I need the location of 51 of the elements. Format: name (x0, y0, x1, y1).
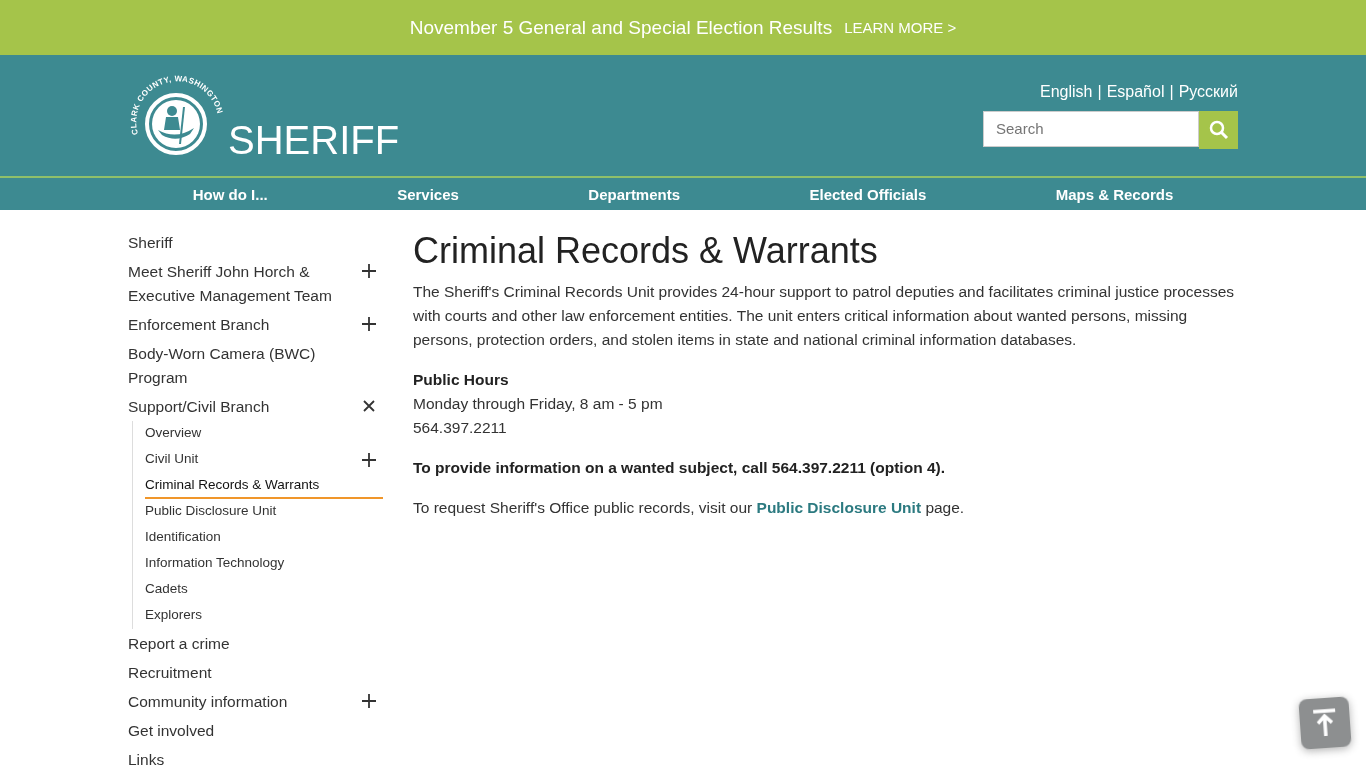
sidebar-subitem[interactable]: Information Technology (145, 554, 285, 572)
plus-icon (361, 262, 377, 279)
separator: | (1169, 82, 1174, 101)
sidebar-subitem[interactable]: Identification (145, 528, 221, 546)
sidebar-subitem[interactable]: Public Disclosure Unit (145, 502, 277, 520)
expand-toggle[interactable] (361, 315, 379, 334)
plus-icon (361, 692, 377, 709)
separator: | (1097, 82, 1102, 101)
sidebar-item[interactable]: Meet Sheriff John Horch & Executive Management Team (128, 259, 353, 308)
sidebar-item[interactable]: Sheriff (128, 230, 353, 255)
sidebar-subitem[interactable]: Explorers (145, 606, 203, 624)
expand-toggle[interactable] (361, 451, 379, 470)
sidebar-subitem[interactable]: Civil Unit (145, 450, 199, 468)
nav-item[interactable]: How do I... (192, 185, 268, 203)
sidebar-item[interactable]: Community information (128, 689, 353, 714)
nav-item[interactable]: Services (397, 185, 459, 203)
wanted-notice: To provide information on a wanted subject, call 564.397.2211 (option 4). (413, 458, 946, 478)
search-icon (1208, 119, 1229, 140)
sidebar-item[interactable]: Links (128, 747, 353, 768)
intro-paragraph: The Sheriff's Criminal Records Unit provides 24-hour support to patrol deputies and facilitates criminal justice processes with courts and other law enforcement entities. The unit enters critical information about wanted persons, missing persons, protection orders, and stolen items in state and national criminal information databases. (413, 282, 1236, 350)
sidebar-subitem[interactable]: Criminal Records & Warrants (145, 476, 320, 494)
sidebar-item[interactable]: Enforcement Branch (128, 312, 353, 337)
hours-heading: Public Hours (413, 370, 510, 390)
expand-toggle[interactable] (361, 692, 379, 711)
public-disclosure-link[interactable]: Public Disclosure Unit (756, 499, 922, 516)
sidebar-subitem[interactable]: Overview (145, 424, 202, 442)
sidebar-subitem[interactable]: Cadets (145, 580, 188, 598)
site-title: SHERIFF (228, 119, 400, 160)
language-link[interactable]: Español (1106, 82, 1165, 101)
hours-line: Monday through Friday, 8 am - 5 pm (413, 394, 664, 414)
sidebar-item[interactable]: Support/Civil Branch (128, 394, 353, 419)
sidebar-item[interactable]: Get involved (128, 718, 353, 743)
hours-line: 564.397.2211 (413, 418, 508, 438)
sidebar-item[interactable]: Body-Worn Camera (BWC) Program (128, 341, 353, 390)
nav-item[interactable]: Departments (588, 185, 681, 203)
sidebar-item[interactable]: Recruitment (128, 660, 353, 685)
search-field[interactable]: Search (983, 110, 1199, 147)
sidebar-item[interactable]: Report a crime (128, 631, 353, 656)
language-link[interactable]: Русский (1178, 82, 1238, 101)
page-title: Criminal Records & Warrants (413, 230, 879, 272)
expand-toggle[interactable] (361, 262, 379, 281)
records-paragraph: To request Sheriff's Office public records, visit our Public Disclosure Unit page. (413, 498, 966, 518)
back-to-top-button[interactable] (1298, 696, 1352, 750)
nav-item[interactable]: Elected Officials (809, 185, 927, 203)
search-button[interactable] (1199, 110, 1238, 149)
plus-icon (361, 315, 377, 332)
alert-message: November 5 General and Special Election Results (409, 16, 833, 39)
language-link[interactable]: English (1040, 82, 1093, 101)
close-icon (361, 397, 377, 414)
nav-item[interactable]: Maps & Records (1055, 185, 1174, 203)
plus-icon (361, 451, 377, 468)
